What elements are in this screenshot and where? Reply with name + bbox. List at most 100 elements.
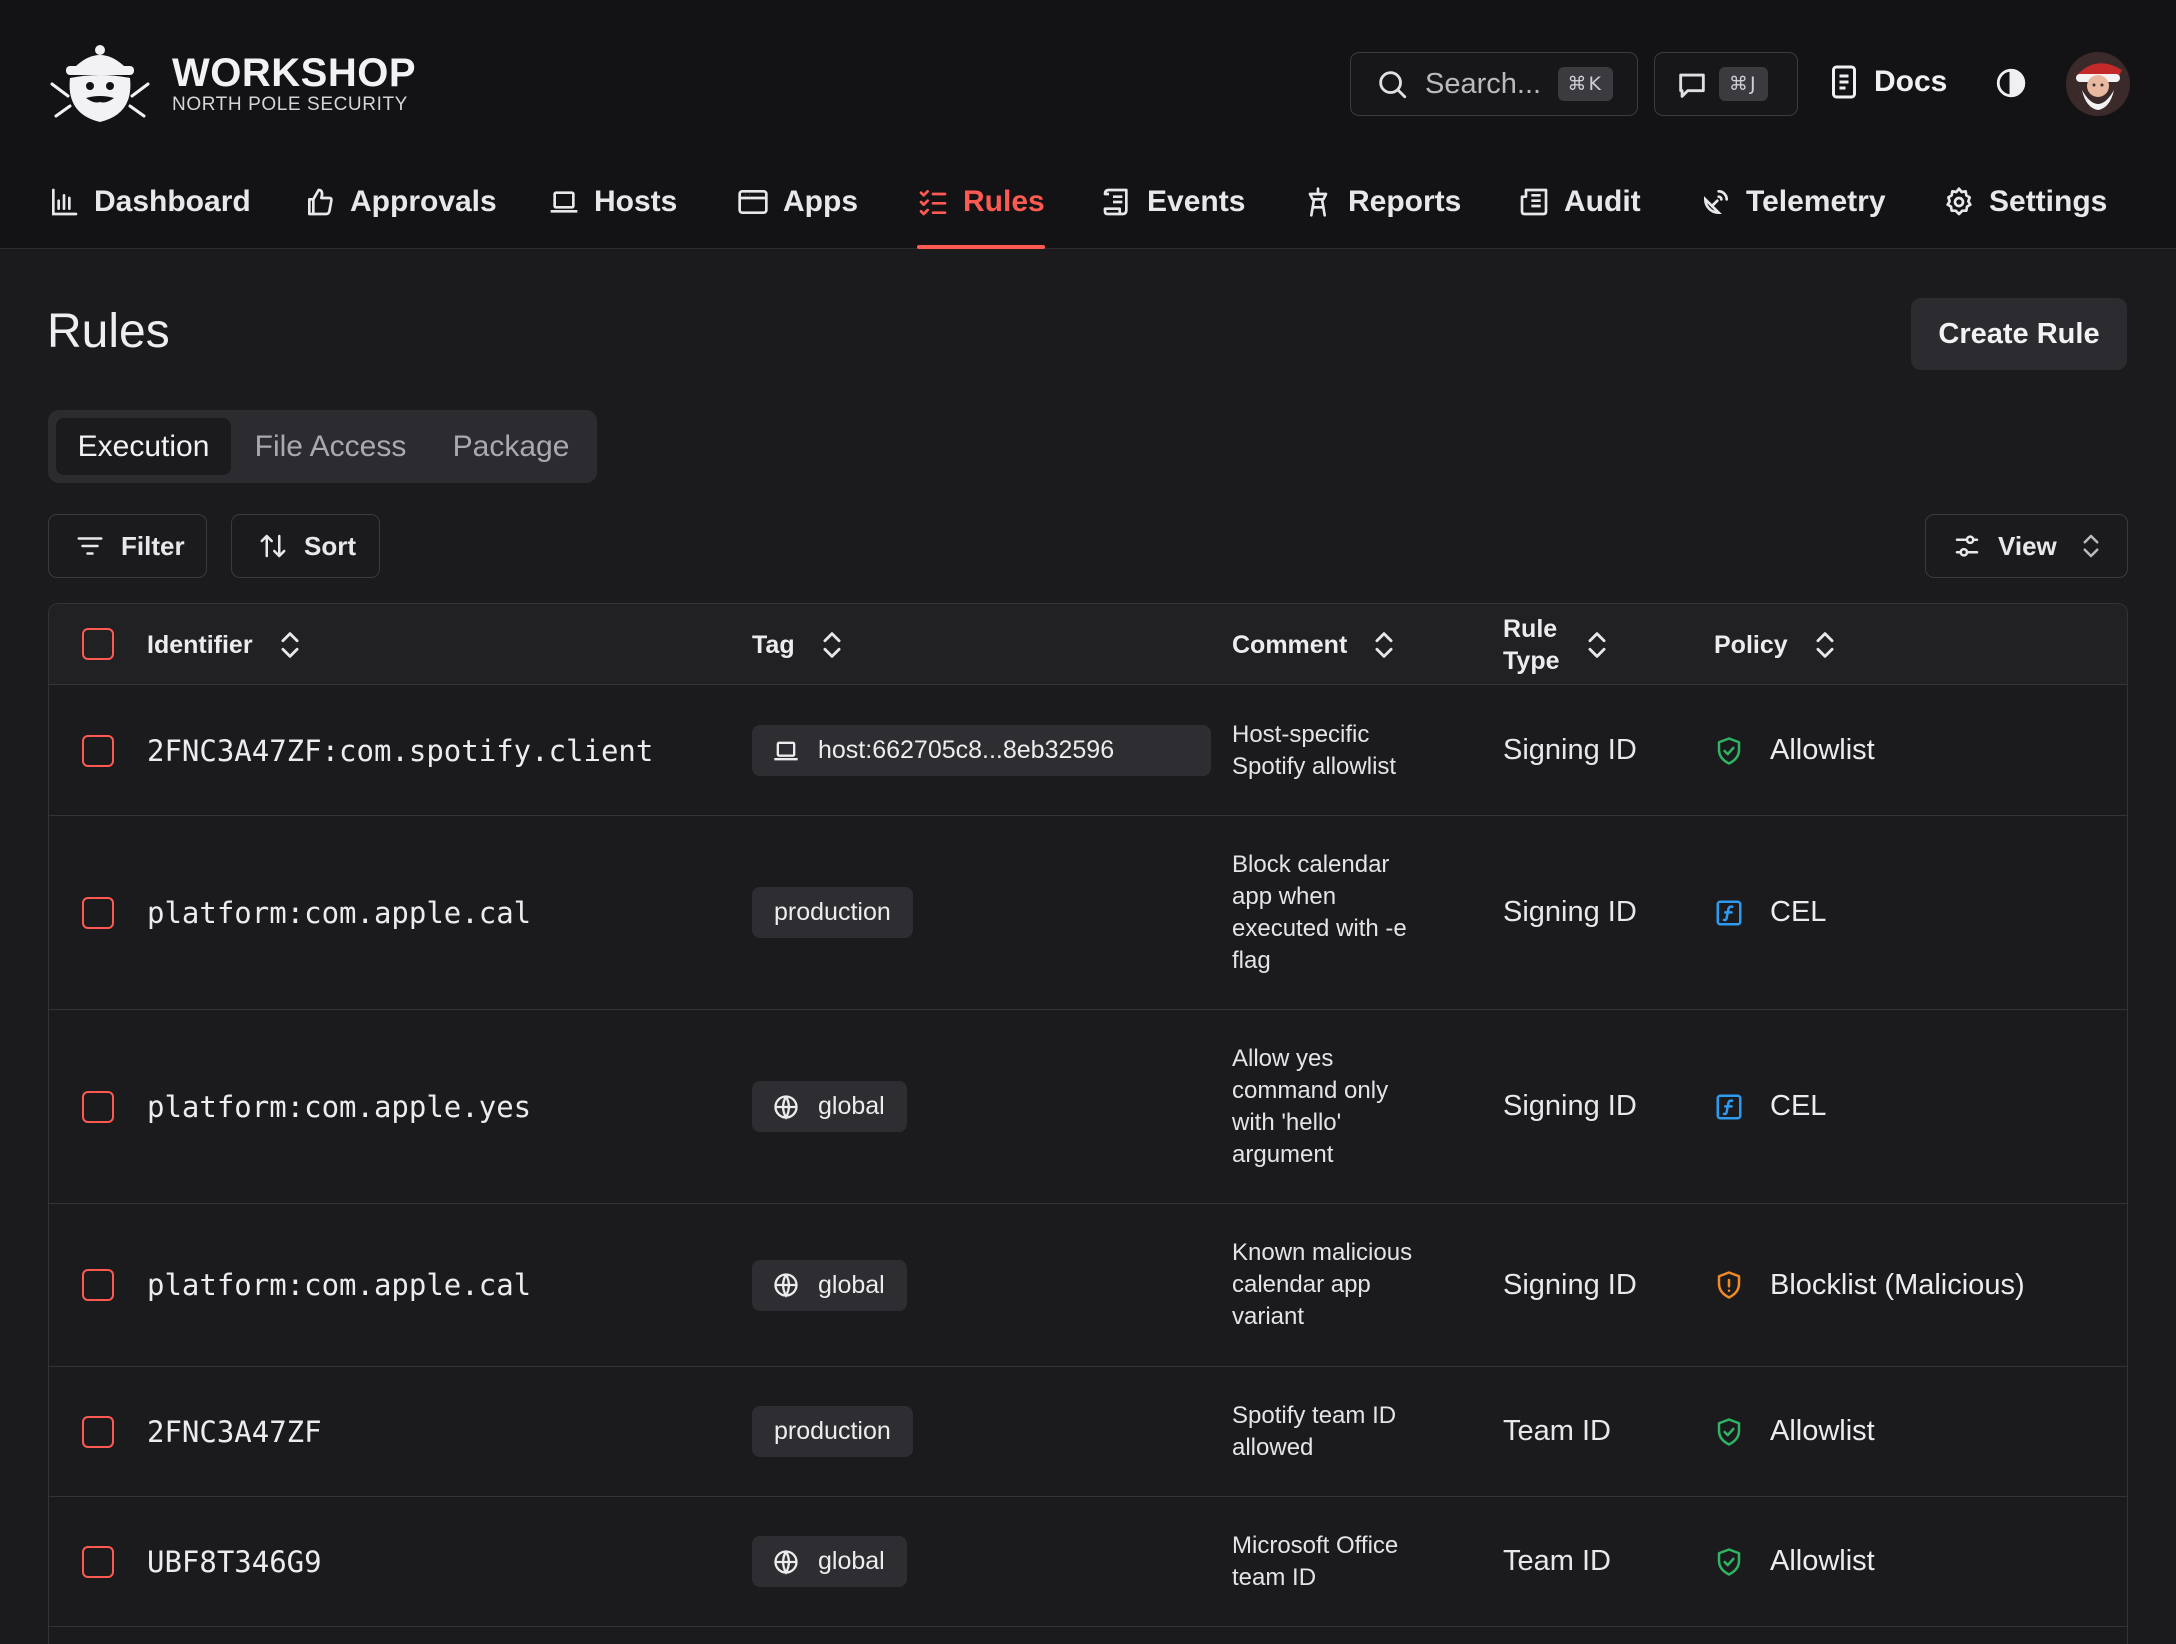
nav-hosts[interactable]: Hosts [548,168,677,249]
row-tag[interactable]: global [752,1259,907,1311]
row-comment: Microsoft Office team ID [1232,1531,1399,1591]
tab-file-access[interactable]: File Access [238,418,423,475]
nav-settings-label: Settings [1989,185,2108,218]
row-checkbox[interactable] [82,1546,114,1578]
nav-rules-label: Rules [963,185,1045,218]
main-nav: Dashboard Approvals Hosts Apps Rules Eve… [0,168,2176,249]
row-identifier: platform:com.apple.cal [147,1268,532,1302]
row-checkbox[interactable] [82,735,114,767]
docs-link[interactable]: Docs [1828,64,1947,100]
shield-check-icon [1717,736,1741,765]
sort-arrows-icon [260,534,286,558]
row-checkbox[interactable] [82,897,114,929]
filter-button[interactable]: Filter [48,514,207,578]
filter-label: Filter [121,530,185,561]
create-rule-button[interactable]: Create Rule [1911,298,2127,370]
table-row[interactable]: 2FNC3A47ZF production Spotify team ID al… [49,1367,2127,1497]
santa-logo-icon [50,45,150,122]
search-shortcut: ⌘K [1557,67,1613,101]
theme-toggle-icon[interactable] [1994,66,2028,100]
row-comment: Block calendar app when executed with -e… [1232,850,1407,974]
table-row[interactable]: platform:com.apple.cal global Known mali… [49,1204,2127,1367]
row-comment: Known malicious calendar app variant [1232,1239,1413,1330]
gear-icon [1946,187,1972,216]
column-identifier[interactable]: Identifier [147,604,303,685]
row-policy: CEL [1770,1090,1827,1122]
tab-execution[interactable]: Execution [56,418,231,475]
sort-button[interactable]: Sort [231,514,380,578]
shield-check-icon [1717,1417,1741,1446]
rules-table: Identifier Tag Comment Rule Type Policy … [48,603,2128,1644]
search-placeholder: Search... [1425,67,1542,100]
row-rule-type: Signing ID [1503,896,1637,928]
select-all-checkbox[interactable] [82,628,114,660]
table-row[interactable]: platform:com.apple.cal production Block … [49,816,2127,1010]
nav-rules[interactable]: Rules [917,168,1045,249]
sliders-icon [1955,535,1979,557]
column-comment-label: Comment [1232,630,1348,659]
globe-icon [774,1094,798,1120]
table-row[interactable]: 2FNC3A47ZF:com.spotify.client host:66270… [49,686,2127,816]
nav-dashboard[interactable]: Dashboard [48,168,251,249]
nav-events[interactable]: Events [1101,168,1245,249]
row-tag[interactable]: production [752,887,913,938]
nav-reports[interactable]: Reports [1302,168,1461,249]
nav-apps-label: Apps [783,185,858,218]
shield-check-icon [1717,1547,1741,1576]
chat-shortcut: ⌘J [1719,67,1768,101]
brand-logo[interactable]: WORKSHOP NORTH POLE SECURITY [46,44,416,124]
row-tag[interactable]: global [752,1081,907,1132]
shield-alert-icon [1717,1271,1741,1299]
row-tag-label: global [818,1547,885,1575]
table-header: Identifier Tag Comment Rule Type Policy [49,604,2127,685]
row-checkbox[interactable] [82,1269,114,1301]
search-button[interactable]: Search... ⌘K [1350,52,1638,116]
row-identifier: platform:com.apple.cal [147,895,532,930]
column-tag[interactable]: Tag [752,604,845,685]
filter-icon [77,537,103,555]
row-checkbox[interactable] [82,1416,114,1448]
row-tag[interactable]: global [752,1536,907,1587]
view-button[interactable]: View [1925,514,2128,578]
nav-audit[interactable]: Audit [1518,168,1641,249]
search-icon [1379,71,1407,99]
row-policy: Blocklist (Malicious) [1770,1268,2025,1301]
brand-subtitle: NORTH POLE SECURITY [172,94,408,115]
page-title: Rules [47,305,170,358]
row-tag[interactable]: host:662705c8...8eb32596 [752,725,1211,776]
message-icon [1679,73,1705,98]
nav-dashboard-label: Dashboard [94,185,251,218]
column-policy[interactable]: Policy [1714,604,1838,685]
flag-tower-icon [1308,187,1328,217]
row-rule-type: Signing ID [1503,1090,1637,1122]
row-policy: Allowlist [1770,1415,1875,1447]
nav-approvals[interactable]: Approvals [304,168,497,249]
nav-apps[interactable]: Apps [737,168,858,249]
scroll-icon [1103,188,1128,216]
user-avatar[interactable] [2066,52,2130,116]
column-comment[interactable]: Comment [1232,604,1397,685]
nav-telemetry[interactable]: Telemetry [1700,168,1886,249]
nav-reports-label: Reports [1348,185,1462,218]
column-identifier-label: Identifier [147,630,253,659]
column-rule-type-line-2: Type [1503,646,1560,675]
sort-chevrons-icon [281,631,299,658]
sort-chevrons-icon [1816,631,1834,658]
book-icon [1832,65,1856,99]
list-checks-icon [919,190,947,216]
sort-chevrons-icon [823,631,841,658]
nav-settings[interactable]: Settings [1943,168,2107,249]
table-row[interactable]: platform:com.apple.yes global Allow yes … [49,1010,2127,1204]
column-policy-label: Policy [1714,630,1788,659]
globe-icon [774,1549,798,1575]
column-rule-type[interactable]: Rule Type [1503,604,1610,685]
newspaper-icon [1520,188,1548,216]
row-checkbox[interactable] [82,1091,114,1123]
tab-package[interactable]: Package [431,418,591,475]
top-header: WORKSHOP NORTH POLE SECURITY Search... ⌘… [0,0,2176,249]
sort-chevrons-icon [1375,631,1393,658]
chat-button[interactable]: ⌘J [1654,52,1798,116]
bar-chart-icon [52,188,78,216]
table-row[interactable]: UBF8T346G9 global Microsoft Office team … [49,1497,2127,1627]
row-tag[interactable]: production [752,1406,913,1457]
